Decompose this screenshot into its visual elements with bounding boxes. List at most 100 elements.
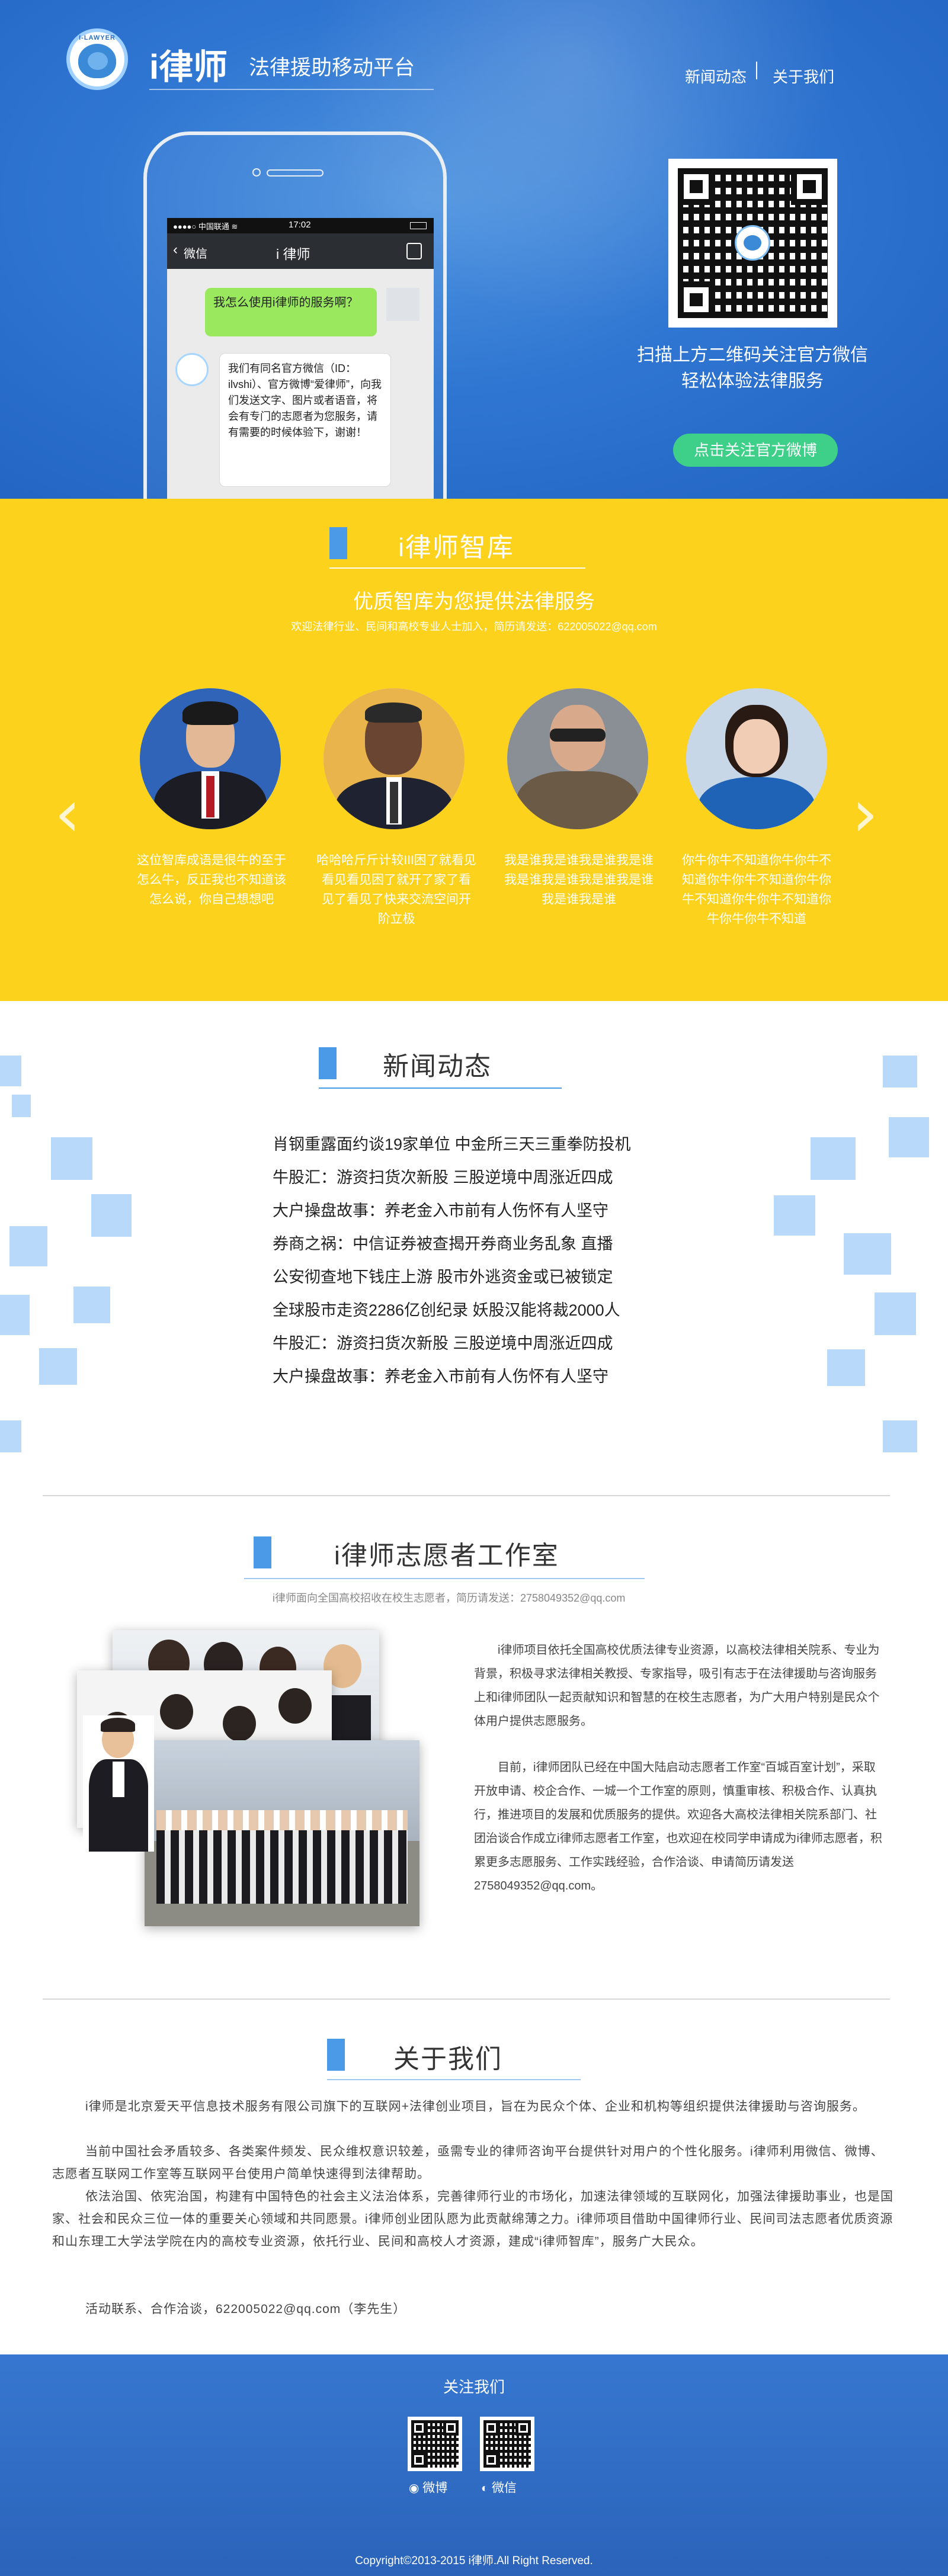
section-divider xyxy=(43,1998,890,2000)
carousel-prev-arrow[interactable]: ‹ xyxy=(55,781,81,846)
news-item[interactable]: 牛股汇：游资扫货次新股 三股逆境中周涨近四成 xyxy=(273,1330,687,1353)
chat-title: i 律师 xyxy=(276,246,310,262)
volunteer-paragraph-1: i律师项目依托全国高校优质法律专业资源，以高校法律相关院系、专业为背景，积极寻求… xyxy=(474,1644,880,1728)
deco-square xyxy=(12,1095,31,1117)
brand-underline xyxy=(149,89,434,90)
deco-square xyxy=(774,1195,815,1236)
wechat-qr-code xyxy=(668,159,837,328)
title-underline xyxy=(244,1578,645,1579)
qr-finder xyxy=(678,281,715,318)
nav-news[interactable]: 新闻动态 xyxy=(685,65,747,87)
brand-subtitle: 法律援助移动平台 xyxy=(249,56,415,79)
deco-square xyxy=(51,1137,92,1180)
qr-pattern xyxy=(678,168,828,318)
deco-square xyxy=(811,1137,856,1180)
bot-avatar xyxy=(175,353,209,386)
chat-navbar: ‹ 微信 i 律师 xyxy=(167,233,434,269)
deco-square xyxy=(844,1233,891,1275)
news-item[interactable]: 券商之祸：中信证券被查揭开券商业务乱象 直播 xyxy=(273,1231,687,1254)
qr-finder xyxy=(443,2420,459,2436)
expert-caption-4: 你牛你牛不知道你牛你牛不知道你牛你牛不知道你牛你牛不知道你牛你牛不知道你牛你牛你… xyxy=(682,854,831,926)
volunteer-note: i律师面向全国高校招收在校生志愿者，简历请发送：2758049352@qq.co… xyxy=(273,1592,626,1604)
qr-logo-icon xyxy=(735,225,770,261)
nav-about[interactable]: 关于我们 xyxy=(773,65,834,87)
section-marker xyxy=(327,2039,345,2071)
weibo-link[interactable]: ◉ 微博 xyxy=(409,2478,447,2496)
expert-photo-1[interactable] xyxy=(140,688,281,829)
brand-name: i律师 xyxy=(149,48,228,86)
phone-screen: ●●●●○ 中国联通 ≋ 17:02 ‹ 微信 i 律师 我怎么使用i律师的服务… xyxy=(167,218,434,514)
expert-caption-1: 这位智库成语是很牛的至于怎么牛，反正我也不知道该怎么说，你自己想想吧 xyxy=(137,854,286,906)
deco-square xyxy=(883,1420,917,1452)
about-contact: 活动联系、合作洽谈，622005022@qq.com（李先生） xyxy=(85,2302,406,2316)
clock: 17:02 xyxy=(289,220,311,230)
profile-icon[interactable] xyxy=(406,243,422,259)
about-paragraph: i律师是北京爱天平信息技术服务有限公司旗下的互联网+法律创业项目，旨在为民众个体… xyxy=(85,2100,866,2113)
qr-finder xyxy=(411,2452,427,2468)
wechat-link[interactable]: ◐ 微信 xyxy=(481,2478,517,2496)
section-divider xyxy=(43,1495,890,1496)
volunteer-title: i律师志愿者工作室 xyxy=(334,1541,559,1570)
deco-square xyxy=(0,1420,21,1452)
weibo-icon: ◉ xyxy=(409,2482,419,2495)
think-tank-note: 欢迎法律行业、民间和高校专业人士加入，简历请发送：622005022@qq.co… xyxy=(291,621,657,633)
back-chevron-icon[interactable]: ‹ xyxy=(173,242,178,258)
deco-square xyxy=(0,1056,21,1086)
news-item[interactable]: 大户操盘故事：养老金入市前有人伤怀有人坚守 xyxy=(273,1364,687,1387)
team-photo-person xyxy=(83,1715,154,1852)
title-underline xyxy=(329,567,585,569)
section-marker xyxy=(319,1047,337,1079)
news-item[interactable]: 大户操盘故事：养老金入市前有人伤怀有人坚守 xyxy=(273,1198,687,1221)
news-item[interactable]: 肖钢重露面约谈19家单位 中金所三天三重拳防投机 xyxy=(273,1131,687,1154)
news-title: 新闻动态 xyxy=(383,1052,492,1081)
deco-square xyxy=(73,1287,110,1323)
section-marker xyxy=(254,1536,271,1568)
qr-pattern xyxy=(483,2420,531,2468)
logo-text: I-LAWYER xyxy=(79,34,116,41)
follow-us-heading: 关注我们 xyxy=(443,2378,505,2396)
expert-photo-2[interactable] xyxy=(324,688,465,829)
think-tank-title: i律师智库 xyxy=(398,533,514,562)
volunteer-paragraph-2: 目前，i律师团队已经在中国大陆启动志愿者工作室“百城百室计划”，采取开放申请、校… xyxy=(474,1761,882,1892)
about-paragraph: 当前中国社会矛盾较多、各类案件频发、民众维权意识较差，亟需专业的律师咨询平台提供… xyxy=(52,2145,884,2181)
wechat-footer-qr-code[interactable] xyxy=(480,2417,534,2471)
phone-speaker xyxy=(267,169,324,177)
nav-divider xyxy=(756,62,757,79)
news-item[interactable]: 全球股市走资2286亿创纪录 妖股汉能将裁2000人 xyxy=(273,1297,687,1320)
about-title: 关于我们 xyxy=(393,2045,502,2074)
title-underline xyxy=(327,2079,581,2080)
expert-caption-2: 哈哈哈斤斤计较III困了就看见看见看见困了就开了家了看见了看见了快来交流空间开阶… xyxy=(316,854,476,926)
deco-square xyxy=(9,1226,47,1266)
deco-square xyxy=(875,1292,916,1335)
deco-square xyxy=(889,1117,929,1157)
weibo-label: 微博 xyxy=(422,2481,448,2495)
think-tank-subtitle: 优质智库为您提供法律服务 xyxy=(353,591,595,613)
wechat-icon: ◐ xyxy=(481,2482,489,2495)
qr-caption-1: 扫描上方二维码关注官方微信 xyxy=(637,345,868,365)
section-marker xyxy=(329,527,347,559)
deco-square xyxy=(883,1056,917,1087)
user-message: 我怎么使用i律师的服务啊？ xyxy=(205,288,377,336)
bot-message: 我们有同名官方微信（ID：ilvshi）、官方微博“爱律师”，向我们发送文字、图… xyxy=(219,353,391,487)
logo[interactable]: I-LAWYER xyxy=(66,28,128,90)
expert-photo-4[interactable] xyxy=(686,688,827,829)
weibo-qr-code[interactable] xyxy=(408,2417,462,2471)
phone-camera xyxy=(252,168,261,177)
follow-weibo-button[interactable]: 点击关注官方微博 xyxy=(673,434,838,467)
carousel-next-arrow[interactable]: › xyxy=(852,781,878,846)
qr-finder xyxy=(483,2452,499,2468)
copyright: Copyright©2013-2015 i律师.All Right Reserv… xyxy=(355,2555,593,2567)
deco-square xyxy=(91,1194,132,1237)
news-item[interactable]: 牛股汇：游资扫货次新股 三股逆境中周涨近四成 xyxy=(273,1165,687,1188)
news-item[interactable]: 公安彻查地下钱庄上游 股市外逃资金或已被锁定 xyxy=(273,1264,687,1287)
qr-finder xyxy=(483,2420,499,2436)
title-underline xyxy=(319,1087,562,1089)
qr-caption-2: 轻松体验法律服务 xyxy=(681,371,824,391)
battery-icon xyxy=(410,222,427,229)
qr-finder xyxy=(515,2420,531,2436)
deco-square xyxy=(0,1295,30,1335)
status-bar: ●●●●○ 中国联通 ≋ 17:02 xyxy=(167,218,434,233)
back-label[interactable]: 微信 xyxy=(184,244,207,261)
qr-finder xyxy=(411,2420,427,2436)
expert-photo-3[interactable] xyxy=(507,688,648,829)
